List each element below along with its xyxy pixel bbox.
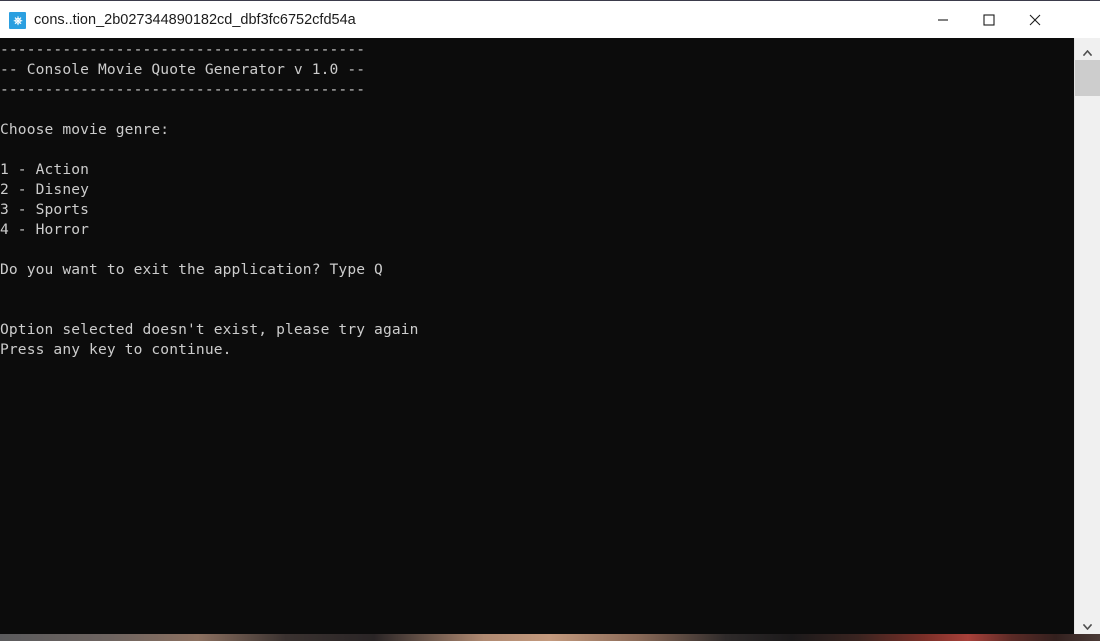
close-button[interactable] — [1012, 1, 1058, 38]
console-app-icon: ⎈ — [9, 12, 26, 29]
minimize-button[interactable] — [920, 1, 966, 38]
scroll-up-button[interactable] — [1075, 38, 1100, 60]
chevron-down-icon — [1083, 623, 1092, 630]
console-output-area[interactable]: ----------------------------------------… — [0, 38, 1075, 634]
console-text: ----------------------------------------… — [0, 41, 419, 358]
maximize-icon — [983, 13, 995, 26]
window-titlebar[interactable]: ⎈ cons..tion_2b027344890182cd_dbf3fc6752… — [0, 0, 1100, 39]
scrollbar-track[interactable] — [1075, 96, 1100, 612]
vertical-scrollbar[interactable] — [1074, 38, 1100, 634]
scroll-down-button[interactable] — [1075, 612, 1100, 634]
close-icon — [1029, 14, 1041, 25]
chevron-up-icon — [1083, 49, 1092, 56]
minimize-icon — [938, 18, 948, 21]
console-window: ⎈ cons..tion_2b027344890182cd_dbf3fc6752… — [0, 0, 1100, 634]
scrollbar-thumb[interactable] — [1075, 60, 1100, 96]
app-icon-glyph: ⎈ — [13, 14, 23, 27]
window-title: cons..tion_2b027344890182cd_dbf3fc6752cf… — [34, 12, 356, 28]
maximize-button[interactable] — [966, 1, 1012, 38]
